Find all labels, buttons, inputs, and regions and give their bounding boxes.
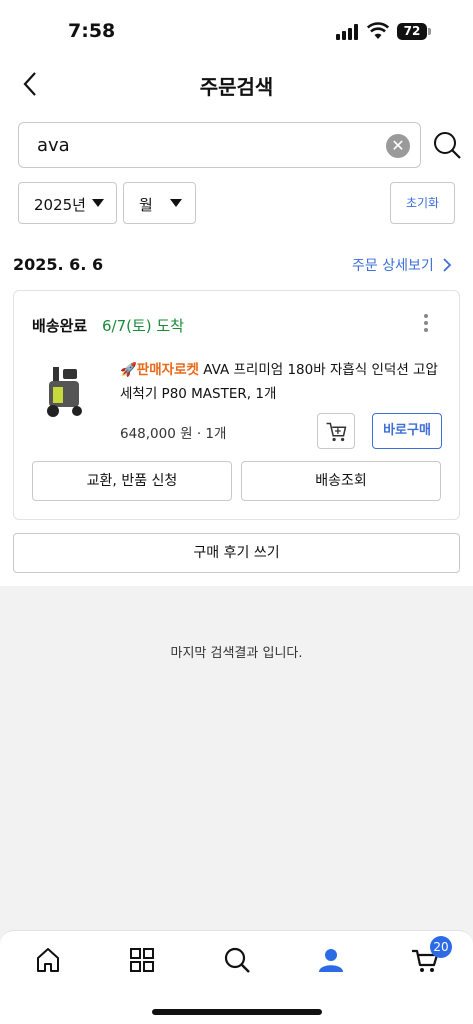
home-icon[interactable] [33,945,63,975]
chevron-down-icon [92,199,104,207]
status-bar: 7:58 72 [0,0,473,60]
chevron-down-icon [170,199,182,207]
order-card: 배송완료 6/7(토) 도착 🚀판매자로켓 AVA 프리미엄 180바 자흡식 … [13,290,460,520]
search-icon[interactable] [432,130,462,160]
product-info[interactable]: 🚀판매자로켓 AVA 프리미엄 180바 자흡식 인덕션 고압세척기 P80 M… [120,358,440,406]
more-options-icon[interactable] [424,314,428,332]
status-time: 7:58 [68,20,116,42]
search-input-value[interactable]: ava [37,135,70,156]
order-detail-link[interactable]: 주문 상세보기 [352,255,434,275]
signal-icon [336,24,360,40]
my-page-icon[interactable] [316,945,346,975]
add-to-cart-button[interactable] [317,413,355,449]
search-tab-icon[interactable] [222,945,252,975]
delivery-status: 배송완료 [32,317,88,335]
rocket-badge: 🚀판매자로켓 [120,362,199,378]
product-thumbnail[interactable] [39,363,89,421]
year-select[interactable]: 2025년 [18,182,117,224]
page-title: 주문검색 [199,75,274,99]
product-price: 648,000 원 · 1개 [120,426,227,442]
main-panel: 7:58 72 주문검색 ava ✕ 2025년 월 초기화 2025. 6. … [0,0,473,586]
month-select[interactable]: 월 [123,182,196,224]
clear-icon[interactable]: ✕ [386,134,410,158]
home-indicator [152,1009,322,1015]
cart-plus-icon [326,422,347,442]
exchange-return-button[interactable]: 교환, 반품 신청 [32,461,232,501]
write-review-button[interactable]: 구매 후기 쓰기 [13,533,460,573]
battery-icon: 72 [397,23,427,40]
reset-button[interactable]: 초기화 [390,182,455,224]
year-select-label: 2025년 [34,196,86,214]
chevron-right-icon[interactable] [441,257,453,273]
wifi-icon [367,22,389,39]
buy-now-button[interactable]: 바로구매 [372,413,442,449]
battery-tip [428,28,431,35]
month-select-label: 월 [139,196,153,214]
order-date: 2025. 6. 6 [13,255,104,274]
end-of-results-message: 마지막 검색결과 입니다. [170,646,303,661]
cart-count-badge: 20 [430,936,452,958]
categories-icon[interactable] [127,945,157,975]
tracking-button[interactable]: 배송조회 [241,461,441,501]
arrival-date: 6/7(토) 도착 [102,317,185,335]
search-input[interactable]: ava ✕ [18,122,421,168]
header: 주문검색 [0,62,473,106]
